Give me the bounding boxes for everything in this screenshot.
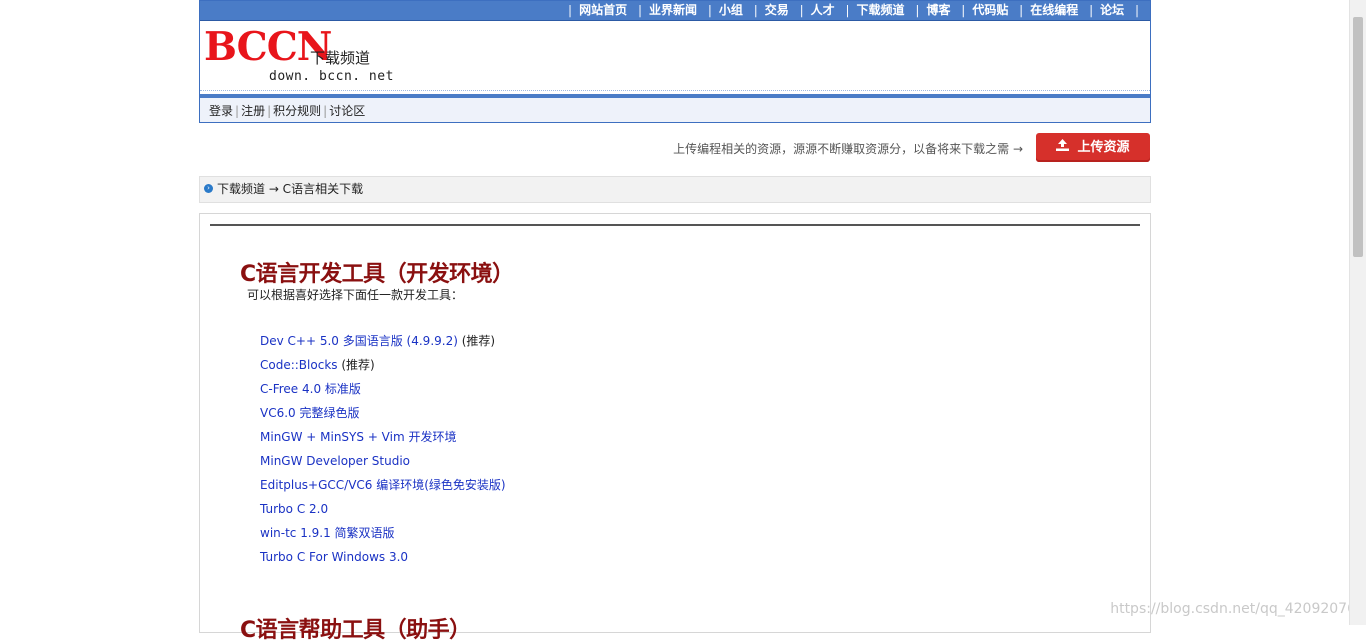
nav-home[interactable]: 网站首页 <box>579 3 627 17</box>
section-title-help-tools: C语言帮助工具（助手） <box>240 618 471 643</box>
logo-url: down. bccn. net <box>269 69 394 84</box>
download-link[interactable]: Code::Blocks <box>260 358 338 372</box>
download-link[interactable]: MinGW Developer Studio <box>260 454 410 468</box>
nav-forum[interactable]: 论坛 <box>1100 3 1124 17</box>
recommend-note: (推荐) <box>457 334 496 348</box>
download-link[interactable]: C-Free 4.0 标准版 <box>260 382 361 396</box>
section-description: 可以根据喜好选择下面任一款开发工具： <box>247 288 464 302</box>
nav-groups[interactable]: 小组 <box>719 3 743 17</box>
nav-code-paste[interactable]: 代码贴 <box>972 3 1008 17</box>
download-link[interactable]: win-tc 1.9.1 简繁双语版 <box>260 526 395 540</box>
upload-button-label: 上传资源 <box>1077 140 1130 155</box>
list-item: Editplus+GCC/VC6 编译环境(绿色免安装版) <box>260 476 506 500</box>
download-link[interactable]: Turbo C 2.0 <box>260 502 328 516</box>
list-item: win-tc 1.9.1 简繁双语版 <box>260 524 506 548</box>
vertical-scrollbar[interactable] <box>1349 0 1366 625</box>
watermark: https://blog.csdn.net/qq_42092076 <box>1110 601 1356 617</box>
main-content: C语言开发工具（开发环境） 可以根据喜好选择下面任一款开发工具： Dev C++… <box>199 213 1151 643</box>
nav-downloads[interactable]: 下载频道 <box>857 3 905 17</box>
user-nav: 登录 | 注册 | 积分规则 | 讨论区 <box>200 98 1150 122</box>
list-item: MinGW + MinSYS + Vim 开发环境 <box>260 428 506 452</box>
section-title-dev-tools: C语言开发工具（开发环境） <box>240 262 514 287</box>
register-link[interactable]: 注册 <box>241 104 265 118</box>
download-link[interactable]: MinGW + MinSYS + Vim 开发环境 <box>260 430 456 444</box>
header-dotted-divider <box>200 90 1150 91</box>
recommend-note: (推荐) <box>337 358 375 372</box>
nav-blog[interactable]: 博客 <box>926 3 950 17</box>
nav-online-coding[interactable]: 在线编程 <box>1030 3 1078 17</box>
list-item: Turbo C 2.0 <box>260 500 506 524</box>
dev-tools-list: Dev C++ 5.0 多国语言版 (4.9.9.2) (推荐) Code::Bl… <box>260 332 506 572</box>
points-rules-link[interactable]: 积分规则 <box>273 104 321 118</box>
content-divider <box>210 224 1140 226</box>
download-link[interactable]: Editplus+GCC/VC6 编译环境(绿色免安装版) <box>260 478 506 492</box>
list-item: MinGW Developer Studio <box>260 452 506 476</box>
list-item: VC6.0 完整绿色版 <box>260 404 506 428</box>
chevron-right-icon: › <box>204 184 213 193</box>
logo-subtitle: 下载频道 <box>310 49 371 67</box>
list-item: Dev C++ 5.0 多国语言版 (4.9.9.2) (推荐) <box>260 332 506 356</box>
scrollbar-thumb[interactable] <box>1353 17 1363 257</box>
upload-resource-button[interactable]: 上传资源 <box>1036 133 1150 162</box>
breadcrumb-text[interactable]: 下载频道 → C语言相关下载 <box>217 182 363 196</box>
list-item: Turbo C For Windows 3.0 <box>260 548 506 572</box>
download-link[interactable]: VC6.0 完整绿色版 <box>260 406 360 420</box>
nav-trade[interactable]: 交易 <box>765 3 789 17</box>
upload-hint: 上传编程相关的资源，源源不断赚取资源分，以备将来下载之需 → <box>673 142 1023 156</box>
login-link[interactable]: 登录 <box>209 104 233 118</box>
top-navigation: | 网站首页 | 业界新闻 | 小组 | 交易 | 人才 | 下载频道 | 博客 | 代码贴 |… <box>200 1 1150 21</box>
download-link[interactable]: Dev C++ 5.0 多国语言版 (4.9.9.2) <box>260 334 458 348</box>
upload-icon <box>1056 133 1070 162</box>
nav-news[interactable]: 业界新闻 <box>649 3 697 17</box>
nav-talent[interactable]: 人才 <box>811 3 835 17</box>
list-item: Code::Blocks (推荐) <box>260 356 506 380</box>
breadcrumb: › 下载频道 → C语言相关下载 <box>199 176 1151 203</box>
upload-row: 上传编程相关的资源，源源不断赚取资源分，以备将来下载之需 → 上传资源 <box>199 133 1151 163</box>
page-wrapper: | 网站首页 | 业界新闻 | 小组 | 交易 | 人才 | 下载频道 | 博客 | 代码贴 |… <box>199 0 1151 643</box>
list-item: C-Free 4.0 标准版 <box>260 380 506 404</box>
download-link[interactable]: Turbo C For Windows 3.0 <box>260 550 408 564</box>
site-header: | 网站首页 | 业界新闻 | 小组 | 交易 | 人才 | 下载频道 | 博客 | 代码贴 |… <box>199 0 1151 123</box>
discussion-link[interactable]: 讨论区 <box>329 104 365 118</box>
